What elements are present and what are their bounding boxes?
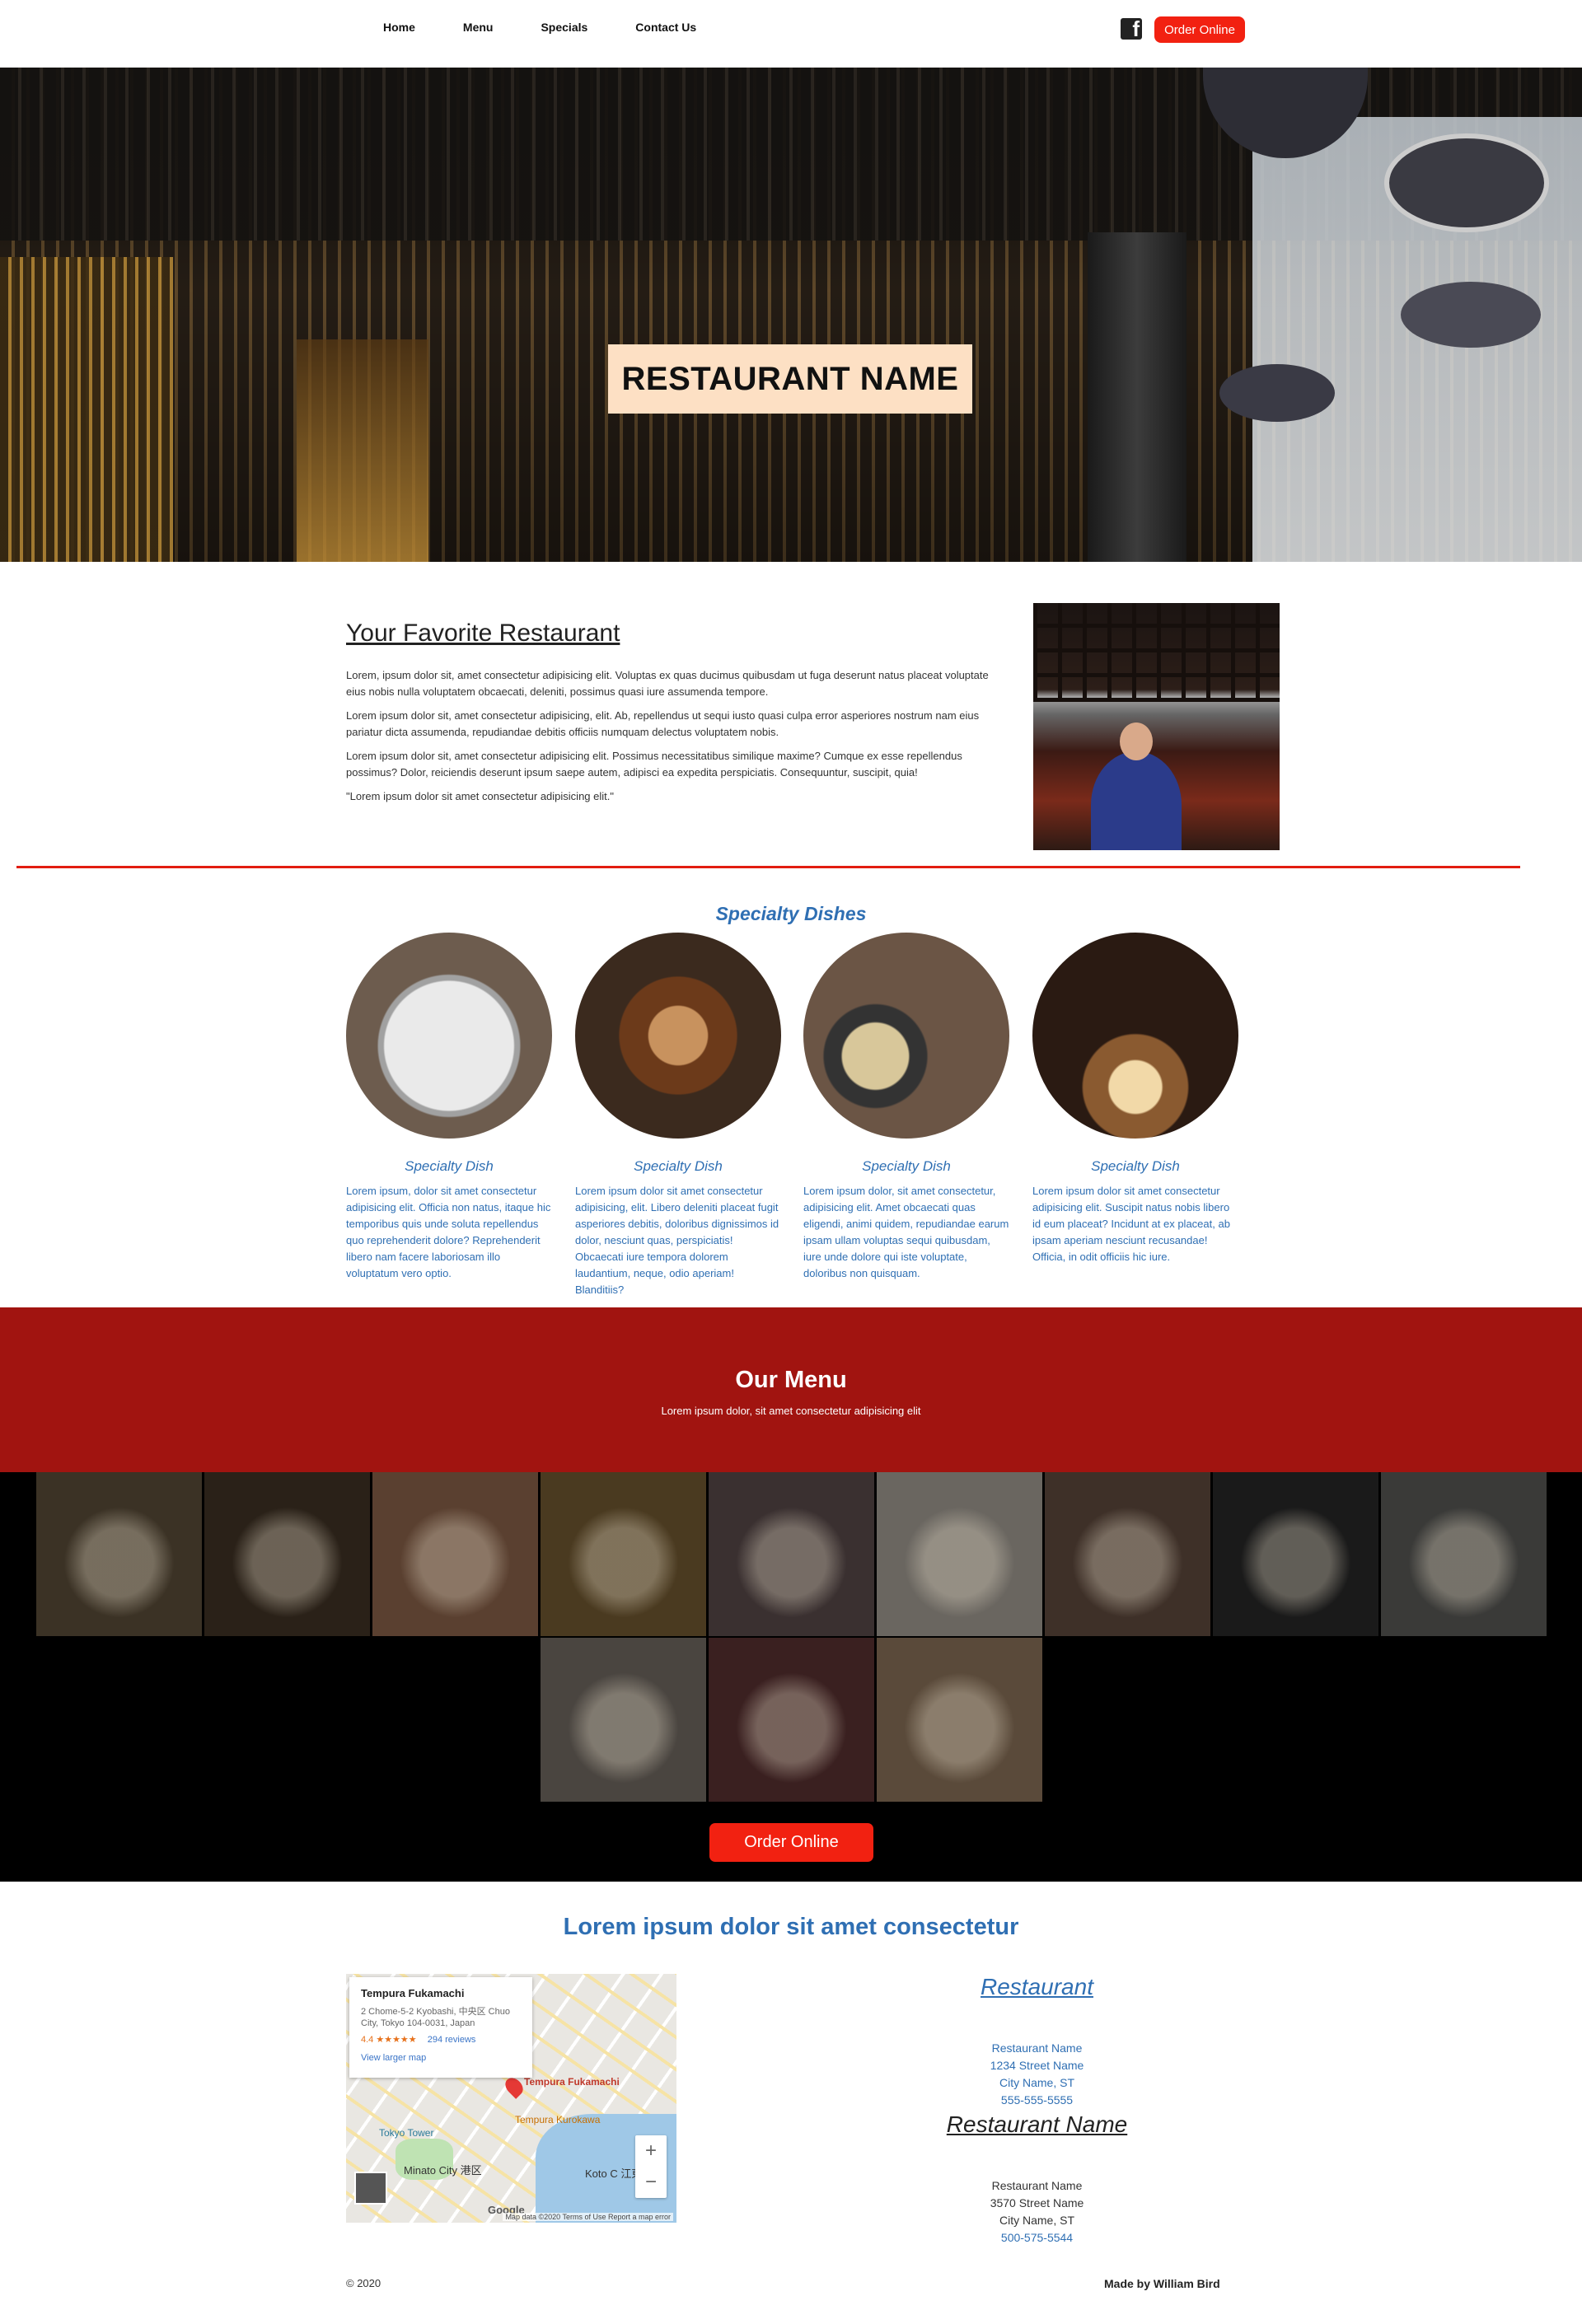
specialty-dish-card: Specialty Dish Lorem ipsum dolor sit ame… bbox=[1032, 933, 1238, 1265]
gallery-photo bbox=[541, 1472, 706, 1636]
map-pin-icon[interactable] bbox=[502, 2074, 527, 2099]
menu-title: Our Menu bbox=[735, 1367, 847, 1393]
dish-description: Lorem ipsum dolor sit amet consectetur a… bbox=[575, 1185, 779, 1296]
restaurant-title[interactable]: Restaurant bbox=[906, 1974, 1168, 2000]
gallery-photo bbox=[36, 1472, 202, 1636]
restaurant-location-1: Restaurant Restaurant Name 1234 Street N… bbox=[906, 1974, 1168, 2109]
map-info-card: Tempura Fukamachi 2 Chome-5-2 Kyobashi, … bbox=[349, 1977, 532, 2078]
gallery-photo bbox=[1045, 1472, 1210, 1636]
gallery-photo bbox=[709, 1638, 874, 1802]
view-larger-map-link[interactable]: View larger map bbox=[361, 2053, 521, 2063]
hero-image-shelves bbox=[0, 257, 173, 562]
dish-photo-salad bbox=[346, 933, 552, 1139]
menu-subtitle: Lorem ipsum dolor, sit amet consectetur … bbox=[661, 1405, 921, 1417]
specialty-heading: Specialty Dishes bbox=[715, 903, 867, 924]
map-place-name: Tempura Fukamachi bbox=[361, 1987, 465, 1999]
about-paragraph: Lorem ipsum dolor sit, amet consectetur … bbox=[346, 709, 980, 738]
section-divider bbox=[16, 866, 1520, 868]
dish-photo-dumplings bbox=[803, 933, 1009, 1139]
phone-link[interactable]: 500-575-5544 bbox=[906, 2229, 1168, 2247]
about-quote: "Lorem ipsum dolor sit amet consectetur … bbox=[346, 790, 614, 802]
hero-image-lamp bbox=[1401, 282, 1541, 348]
restaurant-location-2: Restaurant Name Restaurant Name 3570 Str… bbox=[906, 2111, 1168, 2247]
address-line: 1234 Street Name bbox=[990, 2059, 1084, 2072]
nav-link-menu[interactable]: Menu bbox=[463, 21, 494, 34]
restaurant-title[interactable]: Restaurant Name bbox=[906, 2111, 1168, 2138]
about-paragraph: Lorem ipsum dolor sit, amet consectetur … bbox=[346, 750, 962, 779]
map-label: Tempura Kurokawa bbox=[515, 2114, 601, 2125]
map-rating: 4.4 ★★★★★ bbox=[361, 2035, 417, 2045]
zoom-out-button[interactable]: − bbox=[635, 2167, 667, 2198]
gallery-photo bbox=[709, 1472, 874, 1636]
about-paragraph: Lorem, ipsum dolor sit, amet consectetur… bbox=[346, 669, 989, 698]
about-body: Lorem, ipsum dolor sit, amet consectetur… bbox=[346, 667, 1005, 812]
menu-gallery bbox=[0, 1472, 1582, 1882]
dish-description: Lorem ipsum dolor sit amet consectetur a… bbox=[1032, 1185, 1230, 1263]
menu-banner: Our Menu Lorem ipsum dolor, sit amet con… bbox=[0, 1307, 1582, 1472]
top-nav: Home Menu Specials Contact Us f Order On… bbox=[0, 0, 1582, 68]
specialty-dish-card: Specialty Dish Lorem ipsum, dolor sit am… bbox=[346, 933, 552, 1282]
map-reviews-link[interactable]: 294 reviews bbox=[428, 2035, 476, 2045]
dish-photo-burger bbox=[575, 933, 781, 1139]
hero-banner: RESTAURANT NAME bbox=[0, 68, 1582, 562]
restaurant-address: Restaurant Name 3570 Street Name City Na… bbox=[906, 2177, 1168, 2247]
street-view-icon[interactable] bbox=[354, 2172, 387, 2205]
dish-description: Lorem ipsum, dolor sit amet consectetur … bbox=[346, 1185, 551, 1279]
footer-credit: Made by William Bird bbox=[1104, 2277, 1220, 2290]
order-online-button[interactable]: Order Online bbox=[709, 1823, 873, 1862]
address-line: City Name, ST bbox=[999, 2214, 1074, 2227]
hero-image-pillar bbox=[1088, 232, 1186, 562]
specialty-dish-card: Specialty Dish Lorem ipsum dolor sit ame… bbox=[575, 933, 781, 1298]
map-label: Tokyo Tower bbox=[379, 2127, 434, 2139]
gallery-photo bbox=[204, 1472, 370, 1636]
map-pin-label: Tempura Fukamachi bbox=[524, 2076, 620, 2088]
gallery-photo bbox=[541, 1638, 706, 1802]
chef-photo-head bbox=[1120, 722, 1153, 760]
dish-name: Specialty Dish bbox=[405, 1158, 494, 1174]
nav-link-home[interactable]: Home bbox=[383, 21, 415, 34]
hero-image-lamp bbox=[1219, 364, 1335, 422]
nav-links: Home Menu Specials Contact Us bbox=[383, 21, 744, 34]
address-line: City Name, ST bbox=[999, 2076, 1074, 2089]
gallery-photo bbox=[372, 1472, 538, 1636]
zoom-in-button[interactable]: + bbox=[635, 2135, 667, 2167]
hero-title: RESTAURANT NAME bbox=[608, 344, 972, 414]
facebook-icon[interactable]: f bbox=[1121, 18, 1142, 40]
location-heading: Lorem ipsum dolor sit amet consectetur bbox=[563, 1914, 1019, 1940]
chef-photo-lattice bbox=[1033, 603, 1280, 702]
gallery-photo bbox=[1381, 1472, 1547, 1636]
footer-copyright: © 2020 bbox=[346, 2277, 381, 2289]
chef-photo-body bbox=[1091, 751, 1182, 850]
restaurant-address: Restaurant Name 1234 Street Name City Na… bbox=[906, 2040, 1168, 2109]
nav-link-contact[interactable]: Contact Us bbox=[635, 21, 696, 34]
dish-description: Lorem ipsum dolor, sit amet consectetur,… bbox=[803, 1185, 1009, 1279]
gallery-photo bbox=[877, 1472, 1042, 1636]
dish-name: Specialty Dish bbox=[862, 1158, 951, 1174]
address-line: 3570 Street Name bbox=[990, 2196, 1084, 2209]
address-line: Restaurant Name bbox=[991, 2179, 1083, 2192]
specialty-dish-card: Specialty Dish Lorem ipsum dolor, sit am… bbox=[803, 933, 1009, 1282]
about-heading: Your Favorite Restaurant bbox=[346, 620, 620, 647]
hero-image-panel bbox=[297, 339, 428, 562]
gallery-photo bbox=[877, 1638, 1042, 1802]
map-address: 2 Chome-5-2 Kyobashi, 中央区 Chuo City, Tok… bbox=[361, 2007, 510, 2028]
order-online-button-nav[interactable]: Order Online bbox=[1154, 16, 1245, 43]
map-rating-row: 4.4 ★★★★★ 294 reviews bbox=[361, 2034, 521, 2045]
chef-photo bbox=[1033, 603, 1280, 850]
dish-name: Specialty Dish bbox=[1091, 1158, 1180, 1174]
map-label: Minato City 港区 bbox=[404, 2164, 482, 2177]
hero-image-lamp bbox=[1384, 133, 1549, 232]
dish-name: Specialty Dish bbox=[634, 1158, 723, 1174]
phone-link[interactable]: 555-555-5555 bbox=[906, 2092, 1168, 2109]
map-attribution: Map data ©2020 Terms of Use Report a map… bbox=[503, 2213, 673, 2221]
nav-link-specials[interactable]: Specials bbox=[541, 21, 587, 34]
dish-photo-dimsum bbox=[1032, 933, 1238, 1139]
map-zoom-control: + − bbox=[635, 2135, 667, 2198]
gallery-photo bbox=[1213, 1472, 1378, 1636]
embedded-map[interactable]: Tempura Fukamachi Tokyo Tower Tempura Ku… bbox=[346, 1974, 676, 2223]
address-line: Restaurant Name bbox=[991, 2041, 1083, 2055]
